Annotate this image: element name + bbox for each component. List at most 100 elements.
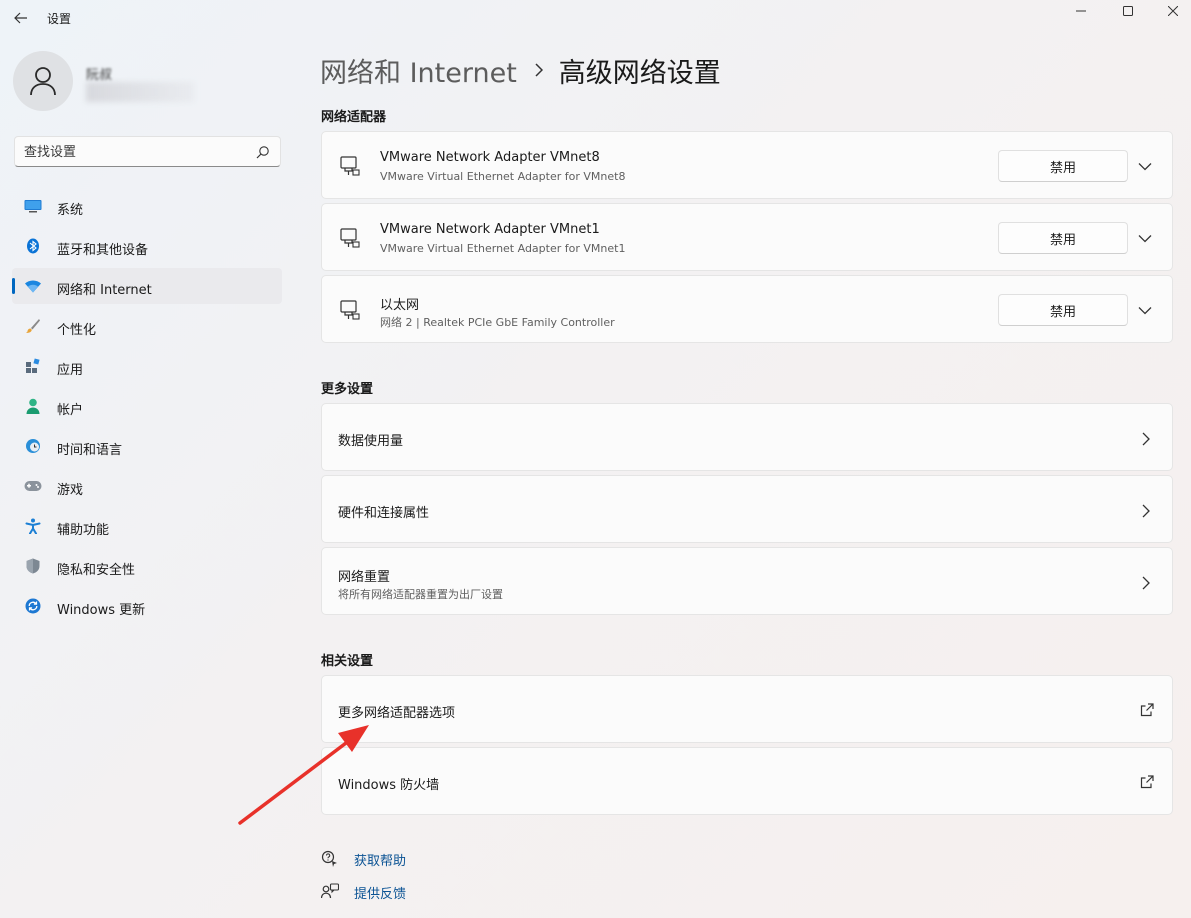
breadcrumb: 网络和 Internet 高级网络设置 xyxy=(320,50,721,90)
external-link-icon xyxy=(1140,774,1154,793)
section-title-related-settings: 相关设置 xyxy=(321,654,374,669)
give-feedback-label: 提供反馈 xyxy=(354,886,407,902)
settings-row-description: 将所有网络适配器重置为出厂设置 xyxy=(338,588,503,601)
adapter-card[interactable]: 以太网 网络 2 | Realtek PCIe GbE Family Contr… xyxy=(321,275,1173,343)
external-link-icon xyxy=(1140,702,1154,721)
settings-row-network-reset[interactable]: 网络重置 将所有网络适配器重置为出厂设置 xyxy=(321,547,1173,615)
brush-icon xyxy=(24,318,42,334)
sidebar-item-label: 辅助功能 xyxy=(57,523,110,538)
page-title: 高级网络设置 xyxy=(558,57,721,89)
adapter-name: VMware Network Adapter VMnet1 xyxy=(380,222,600,237)
account-icon xyxy=(24,398,42,414)
adapter-name: VMware Network Adapter VMnet8 xyxy=(380,150,600,165)
search-box[interactable] xyxy=(14,136,281,167)
adapter-description: VMware Virtual Ethernet Adapter for VMne… xyxy=(380,170,626,183)
sidebar-item-network[interactable]: 网络和 Internet xyxy=(12,268,282,304)
sidebar-item-gaming[interactable]: 游戏 xyxy=(12,468,282,504)
app-title: 设置 xyxy=(47,12,72,26)
get-help-label: 获取帮助 xyxy=(354,853,407,869)
maximize-icon xyxy=(1123,6,1133,16)
chevron-down-icon[interactable] xyxy=(1138,158,1152,177)
feedback-icon xyxy=(320,882,340,902)
adapter-name: 以太网 xyxy=(380,298,420,313)
sidebar-item-personalization[interactable]: 个性化 xyxy=(12,308,282,344)
sidebar-item-label: 个性化 xyxy=(57,323,97,338)
sidebar-item-label: 帐户 xyxy=(57,403,84,418)
title-bar: 设置 xyxy=(0,0,1191,36)
user-icon xyxy=(30,67,56,96)
settings-row-label: 数据使用量 xyxy=(338,434,404,449)
maximize-button[interactable] xyxy=(1105,0,1151,22)
settings-row-label: 网络重置 xyxy=(338,570,391,585)
gamepad-icon xyxy=(24,478,42,494)
back-arrow-icon xyxy=(14,12,27,24)
sidebar-item-label: 时间和语言 xyxy=(57,443,123,458)
ethernet-adapter-icon xyxy=(340,156,360,180)
ethernet-adapter-icon xyxy=(340,300,360,324)
adapter-card[interactable]: VMware Network Adapter VMnet1 VMware Vir… xyxy=(321,203,1173,271)
bluetooth-icon xyxy=(24,238,42,254)
close-icon xyxy=(1168,6,1178,16)
ethernet-adapter-icon xyxy=(340,228,360,252)
sidebar-item-windows-update[interactable]: Windows 更新 xyxy=(12,588,282,624)
shield-icon xyxy=(24,558,42,574)
sidebar-item-bluetooth[interactable]: 蓝牙和其他设备 xyxy=(12,228,282,264)
disable-button[interactable]: 禁用 xyxy=(998,294,1128,326)
display-icon xyxy=(24,198,42,214)
chevron-right-icon xyxy=(1142,503,1150,522)
adapter-description: 网络 2 | Realtek PCIe GbE Family Controlle… xyxy=(380,316,615,329)
sidebar-item-time-language[interactable]: 时间和语言 xyxy=(12,428,282,464)
sidebar-item-label: Windows 更新 xyxy=(57,603,146,618)
sidebar-nav: 系统 蓝牙和其他设备 网络和 Internet 个性化 应用 帐户 时间和语言 … xyxy=(12,188,282,628)
get-help-link[interactable]: 获取帮助 xyxy=(320,848,406,870)
back-button[interactable] xyxy=(10,8,32,28)
sidebar-item-accessibility[interactable]: 辅助功能 xyxy=(12,508,282,544)
sidebar-item-privacy[interactable]: 隐私和安全性 xyxy=(12,548,282,584)
minimize-icon xyxy=(1076,10,1086,12)
settings-row-windows-firewall[interactable]: Windows 防火墙 xyxy=(321,747,1173,815)
apps-icon xyxy=(24,358,42,374)
update-icon xyxy=(24,598,42,614)
settings-row-label: 硬件和连接属性 xyxy=(338,506,430,521)
adapter-description: VMware Virtual Ethernet Adapter for VMne… xyxy=(380,242,626,255)
settings-row-label: Windows 防火墙 xyxy=(338,778,440,793)
globe-clock-icon xyxy=(24,438,42,454)
give-feedback-link[interactable]: 提供反馈 xyxy=(320,881,406,903)
settings-row-hardware-properties[interactable]: 硬件和连接属性 xyxy=(321,475,1173,543)
wifi-icon xyxy=(24,278,42,294)
settings-row-label: 更多网络适配器选项 xyxy=(338,706,456,721)
sidebar-item-label: 应用 xyxy=(57,363,84,378)
adapter-card[interactable]: VMware Network Adapter VMnet8 VMware Vir… xyxy=(321,131,1173,199)
disable-button[interactable]: 禁用 xyxy=(998,222,1128,254)
sidebar-item-accounts[interactable]: 帐户 xyxy=(12,388,282,424)
sidebar-item-label: 蓝牙和其他设备 xyxy=(57,243,149,258)
minimize-button[interactable] xyxy=(1058,0,1104,22)
chevron-right-icon xyxy=(1142,431,1150,450)
sidebar-item-apps[interactable]: 应用 xyxy=(12,348,282,384)
user-name: 阮叔 xyxy=(86,64,196,104)
avatar[interactable] xyxy=(13,51,73,111)
chevron-down-icon[interactable] xyxy=(1138,302,1152,321)
section-title-more-settings: 更多设置 xyxy=(321,382,374,397)
disable-button[interactable]: 禁用 xyxy=(998,150,1128,182)
search-icon[interactable] xyxy=(256,144,270,163)
user-name-text: 阮叔 xyxy=(86,68,113,83)
breadcrumb-parent[interactable]: 网络和 Internet xyxy=(320,51,517,90)
sidebar-item-label: 隐私和安全性 xyxy=(57,563,136,578)
help-chat-icon xyxy=(320,849,340,869)
settings-row-more-adapter-options[interactable]: 更多网络适配器选项 xyxy=(321,675,1173,743)
sidebar-item-label: 网络和 Internet xyxy=(57,283,152,298)
active-indicator xyxy=(12,278,15,294)
chevron-right-icon xyxy=(1142,575,1150,594)
sidebar-item-label: 系统 xyxy=(57,203,84,218)
close-button[interactable] xyxy=(1150,0,1191,22)
accessibility-icon xyxy=(24,518,42,534)
settings-row-data-usage[interactable]: 数据使用量 xyxy=(321,403,1173,471)
search-input[interactable] xyxy=(24,143,244,161)
sidebar-item-system[interactable]: 系统 xyxy=(12,188,282,224)
user-email-blurred xyxy=(86,82,194,102)
sidebar-item-label: 游戏 xyxy=(57,483,84,498)
chevron-right-icon xyxy=(535,63,543,77)
chevron-down-icon[interactable] xyxy=(1138,230,1152,249)
section-title-adapters: 网络适配器 xyxy=(321,110,387,125)
